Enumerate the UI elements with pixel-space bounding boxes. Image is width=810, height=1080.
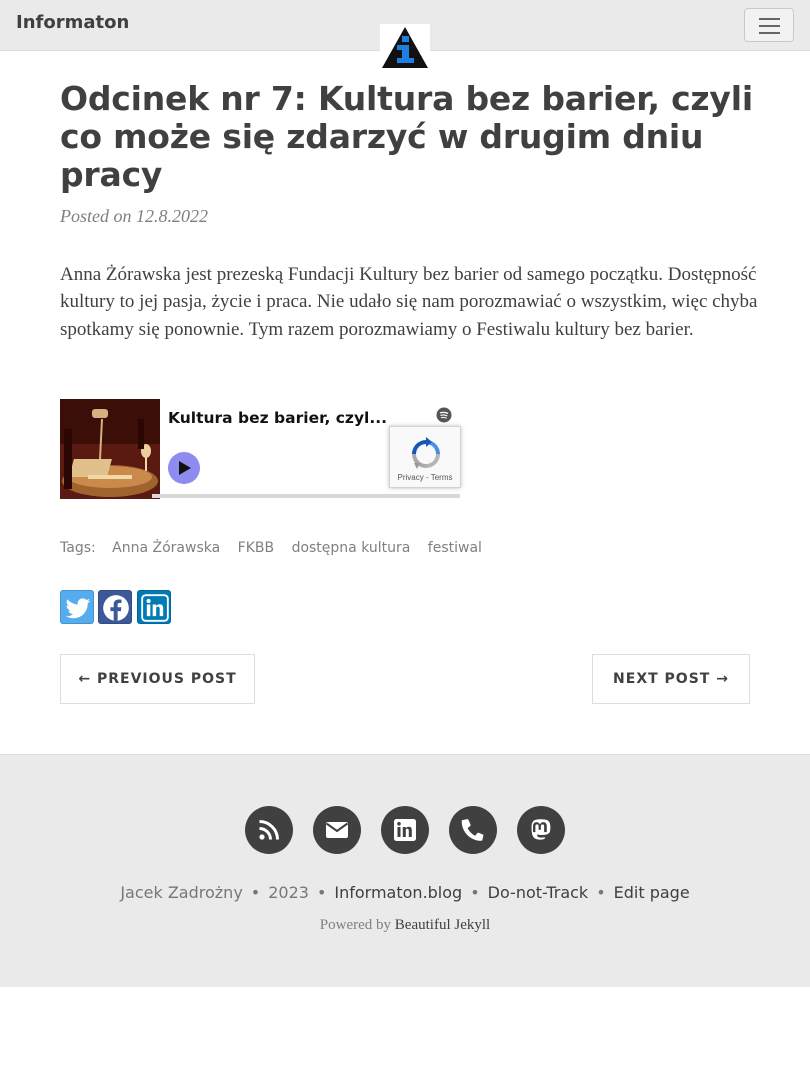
post-meta: Posted on 12.8.2022 <box>60 206 208 226</box>
footer-blog-link[interactable]: Informaton.blog <box>334 883 462 902</box>
share-linkedin-button[interactable] <box>137 590 171 624</box>
footer: Jacek Zadrożny • 2023 • Informaton.blog • Do-n… <box>0 754 810 987</box>
phone-link[interactable] <box>449 806 497 854</box>
navbar: Informaton <box>0 0 810 70</box>
recaptcha-links[interactable]: Privacy - Terms <box>390 473 460 482</box>
footer-dnt-link[interactable]: Do-not-Track <box>488 883 589 902</box>
tag-link[interactable]: festiwal <box>428 540 482 556</box>
powered-prefix: Powered by <box>319 917 392 933</box>
twitter-icon <box>65 598 91 619</box>
tag-link[interactable]: FKBB <box>238 540 274 556</box>
email-link[interactable] <box>313 806 361 854</box>
footer-year: 2023 <box>268 883 309 902</box>
powered-by: Powered by Beautiful Jekyll <box>0 917 810 934</box>
episode-cover-image <box>60 399 160 499</box>
play-button[interactable] <box>168 452 200 484</box>
linkedin-link[interactable] <box>381 806 429 854</box>
linkedin-icon <box>394 819 416 841</box>
footer-credits: Jacek Zadrożny • 2023 • Informaton.blog • Do-n… <box>120 883 690 902</box>
recaptcha-icon <box>412 437 440 469</box>
phone-icon <box>461 819 484 841</box>
tag-link[interactable]: Anna Żórawska <box>112 540 220 556</box>
tag-link[interactable]: dostępna kultura <box>292 540 411 556</box>
menu-toggle-button[interactable] <box>744 8 794 42</box>
envelope-icon <box>325 822 349 838</box>
recaptcha-badge[interactable]: Privacy - Terms <box>389 426 461 488</box>
mastodon-icon <box>531 819 551 840</box>
share-facebook-button[interactable] <box>98 590 132 624</box>
next-post-button[interactable]: Next Post → <box>592 654 750 704</box>
podcast-embed: Kultura bez barier, czyl... Privacy - Te… <box>60 399 461 499</box>
info-triangle-logo-icon[interactable] <box>380 24 430 70</box>
post-tags: Tags: Anna Żórawska FKBB dostępna kultur… <box>60 540 482 556</box>
footer-edit-link[interactable]: Edit page <box>614 883 690 902</box>
post-title: Odcinek nr 7: Kultura bez barier, czyli … <box>60 79 753 194</box>
hamburger-menu-icon <box>759 18 780 20</box>
play-icon <box>179 461 191 475</box>
beautiful-jekyll-link[interactable]: Beautiful Jekyll <box>395 917 490 933</box>
spotify-icon[interactable] <box>436 407 452 423</box>
rss-link[interactable] <box>245 806 293 854</box>
facebook-icon <box>103 595 129 621</box>
brand-link[interactable]: Informaton <box>16 12 129 33</box>
footer-author: Jacek Zadrożny <box>120 883 243 902</box>
previous-post-button[interactable]: ← Previous Post <box>60 654 255 704</box>
post-intro: Anna Żórawska jest prezeską Fundacji Kul… <box>60 264 758 340</box>
tags-label: Tags: <box>60 540 96 556</box>
playback-progress-bar[interactable] <box>152 494 460 498</box>
rss-icon <box>259 820 279 840</box>
linkedin-icon <box>141 594 169 622</box>
episode-title[interactable]: Kultura bez barier, czyl... <box>168 409 387 427</box>
share-twitter-button[interactable] <box>60 590 94 624</box>
mastodon-link[interactable] <box>517 806 565 854</box>
